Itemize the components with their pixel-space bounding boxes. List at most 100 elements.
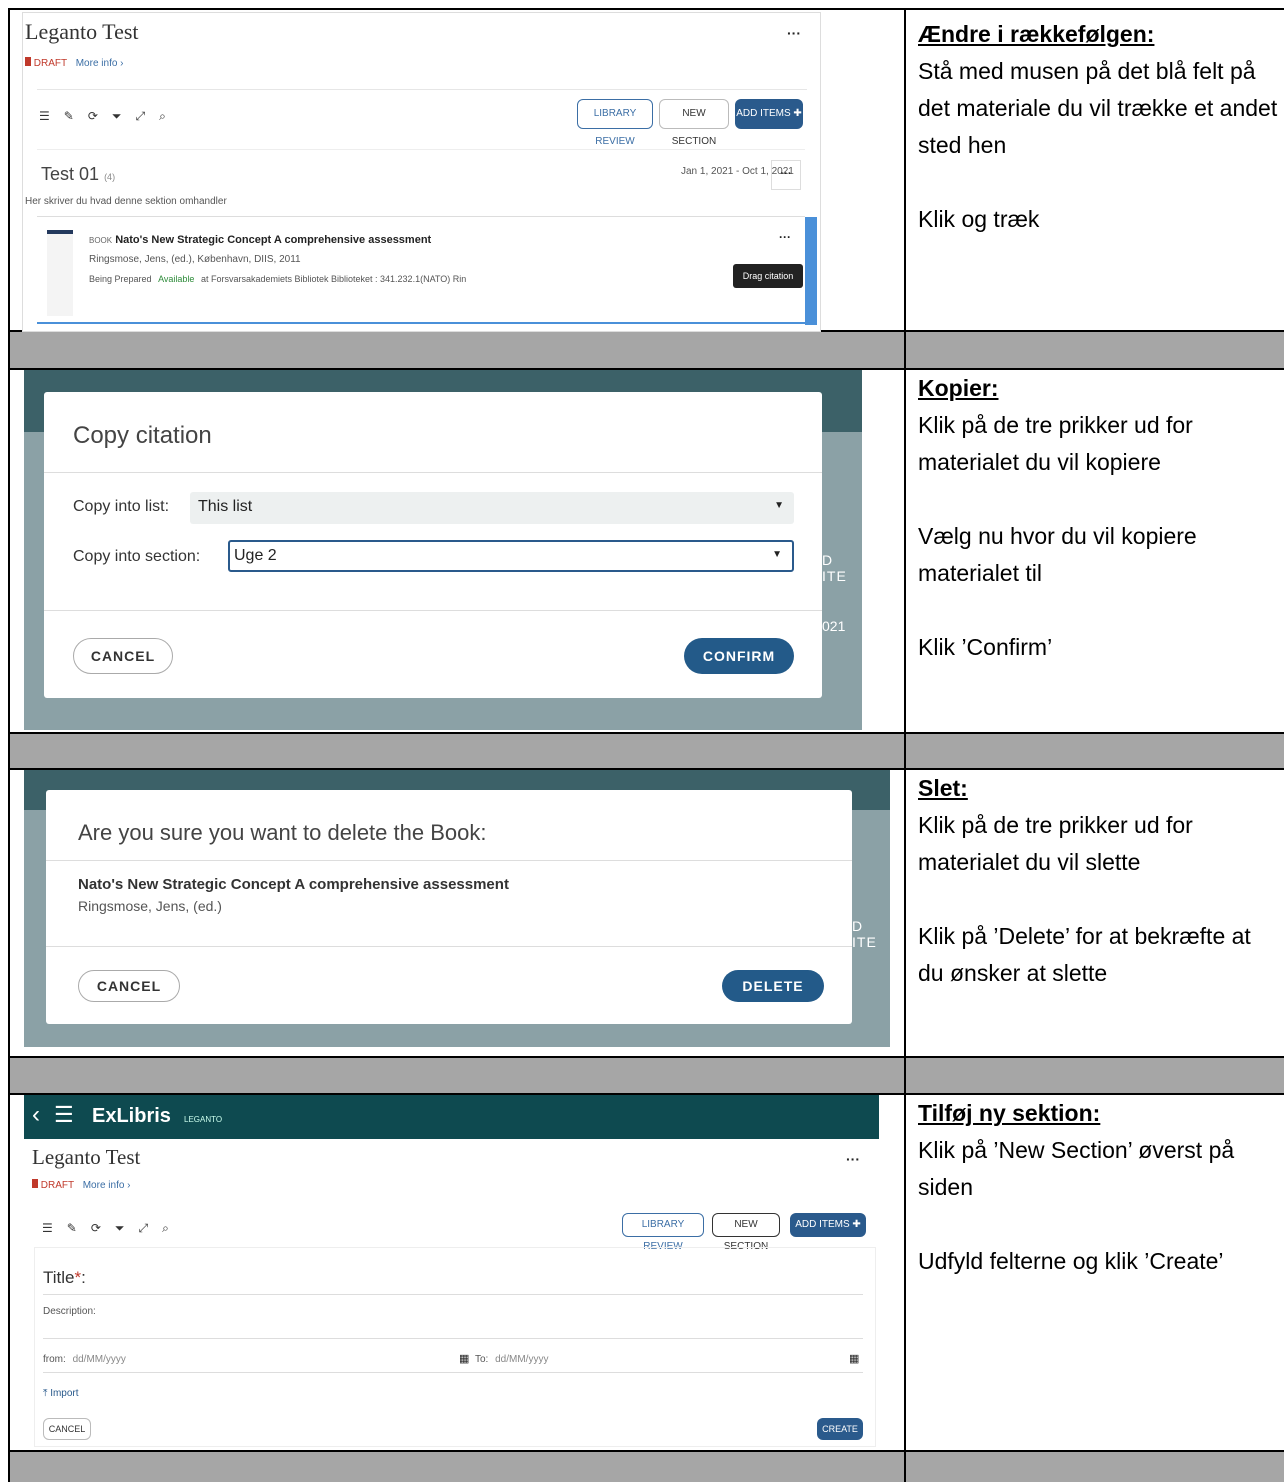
title-label-text: Title [43,1268,75,1287]
chevron-down-icon: ▼ [774,500,784,511]
select-value: This list [198,498,253,515]
table-border [8,8,10,1482]
availability-available: Available [158,274,195,284]
separator-row [10,331,1284,368]
to-label: To: [475,1354,489,1365]
section-description: Her skriver du hvad denne sektion omhand… [25,196,227,207]
to-placeholder: dd/MM/yyyy [495,1354,549,1365]
instruction-text: Klik ’Confirm’ [918,634,1053,660]
description-label: Description: [43,1306,96,1317]
add-items-button[interactable]: ADD ITEMS ✚ [735,99,803,129]
background-text: D ITE [822,552,847,584]
instruction-text: Klik og træk [918,206,1040,232]
brand-logo: ExLibris [92,1105,171,1127]
sync-icon[interactable]: ⟳ [91,1221,101,1235]
from-field[interactable]: from: dd/MM/yyyy [43,1354,126,1365]
list-icon[interactable]: ☰ [42,1221,53,1235]
confirm-button[interactable]: CONFIRM [684,638,794,674]
drag-handle[interactable] [805,217,817,325]
instruction-new-section: Tilføj ny sektion: Klik på ’New Section’… [918,1095,1278,1317]
more-info-link[interactable]: More info › [76,58,124,69]
screenshot-copy: D ITE 021 Copy citation Copy into list: … [24,370,862,730]
title-field[interactable] [43,1294,863,1295]
description-field[interactable] [43,1338,863,1339]
table-border [8,1056,1284,1058]
delete-dialog: Are you sure you want to delete the Book… [46,790,852,1024]
instruction-text: Klik på de tre prikker ud for materialet… [918,412,1193,475]
screenshot-reorder: Leganto Test ··· DRAFT More info › ☰ ✎ ⟳ ⏷ ⤢… [22,12,821,332]
add-items-button[interactable]: ADD ITEMS ✚ [790,1213,866,1237]
edit-icon[interactable]: ✎ [67,1221,77,1235]
more-info-link[interactable]: More info › [83,1180,131,1191]
copy-citation-dialog: Copy citation Copy into list: This list … [44,392,822,698]
library-review-button[interactable]: LIBRARY REVIEW [622,1213,704,1252]
toolbar-icons: ☰ ✎ ⟳ ⏷ ⤢ ⌕ [42,1219,183,1237]
instruction-text: Udfyld felterne og klik ’Create’ [918,1248,1224,1274]
divider [44,472,822,473]
cancel-button[interactable]: CANCEL [43,1418,91,1440]
table-border [8,8,1284,10]
expand-icon[interactable]: ⤢ [139,1221,149,1236]
library-review-button[interactable]: LIBRARY REVIEW [577,99,653,147]
new-section-button[interactable]: NEW SECTION [659,99,729,147]
book-title: Nato's New Strategic Concept A comprehen… [78,876,509,893]
divider [37,89,807,90]
cancel-button[interactable]: CANCEL [78,970,180,1002]
title-label: Title*: [43,1268,86,1288]
calendar-icon[interactable]: ▦ [849,1352,859,1365]
to-field[interactable]: To: dd/MM/yyyy [475,1354,548,1365]
citation-more-icon[interactable]: ··· [779,230,791,244]
copy-into-list-label: Copy into list: [73,498,170,515]
create-button[interactable]: CREATE [817,1418,863,1440]
search-icon[interactable]: ⌕ [159,109,166,124]
calendar-icon[interactable]: ▦ [459,1352,469,1365]
import-link[interactable]: ⤒ Import [43,1388,79,1399]
section-more-icon[interactable]: ··· [771,160,801,190]
section-count: (4) [104,172,116,182]
instruction-heading: Ændre i rækkefølgen: [918,21,1155,47]
citation-title-row: BOOK Nato's New Strategic Concept A comp… [89,234,431,246]
dialog-title: Are you sure you want to delete the Book… [78,820,487,845]
from-label: from: [43,1354,66,1365]
item-type: BOOK [89,236,113,245]
citation-title[interactable]: Nato's New Strategic Concept A comprehen… [115,234,431,246]
more-options-icon[interactable]: ··· [846,1151,860,1167]
cancel-button[interactable]: CANCEL [73,638,173,674]
book-author: Ringsmose, Jens, (ed.) [78,898,222,914]
select-value: Uge 2 [234,547,277,564]
edit-icon[interactable]: ✎ [64,109,74,123]
drop-indicator [37,322,805,324]
list-icon[interactable]: ☰ [39,109,50,123]
filter-icon[interactable]: ⏷ [115,1221,125,1236]
upload-icon: ⤒ [43,1388,48,1399]
search-icon[interactable]: ⌕ [162,1221,169,1236]
separator-row [10,733,1284,768]
instruction-heading: Kopier: [918,375,999,401]
back-icon[interactable]: ‹ [32,1101,40,1129]
menu-icon[interactable]: ☰ [54,1102,74,1128]
expand-icon[interactable]: ⤢ [136,109,146,124]
chevron-down-icon: ▼ [772,549,782,560]
copy-into-list-select[interactable]: This list ▼ [190,492,794,524]
divider [44,610,822,611]
copy-into-section-select[interactable]: Uge 2 ▼ [228,540,794,572]
list-title: Leganto Test [32,1145,141,1169]
instruction-heading: Slet: [918,775,968,801]
more-options-icon[interactable]: ··· [787,25,801,41]
instruction-copy: Kopier: Klik på de tre prikker ud for ma… [918,370,1278,703]
instruction-delete: Slet: Klik på de tre prikker ud for mate… [918,770,1278,1029]
sync-icon[interactable]: ⟳ [88,109,98,123]
draft-icon [25,57,31,66]
citation-availability: Being Prepared Available at Forsvarsakad… [89,274,466,284]
draft-label: DRAFT [40,1180,74,1191]
new-section-button[interactable]: NEW SECTION [712,1213,780,1252]
section-title: Test 01 (4) [41,164,115,185]
screenshot-delete: D ITE Are you sure you want to delete th… [24,770,890,1047]
instruction-text: Vælg nu hvor du vil kopiere materialet t… [918,523,1197,586]
delete-button[interactable]: DELETE [722,970,824,1002]
filter-icon[interactable]: ⏷ [112,109,122,124]
import-label: Import [50,1388,79,1399]
toolbar-icons: ☰ ✎ ⟳ ⏷ ⤢ ⌕ [39,107,180,125]
draft-icon [32,1179,38,1188]
citation-authors: Ringsmose, Jens, (ed.), København, DIIS,… [89,254,301,265]
